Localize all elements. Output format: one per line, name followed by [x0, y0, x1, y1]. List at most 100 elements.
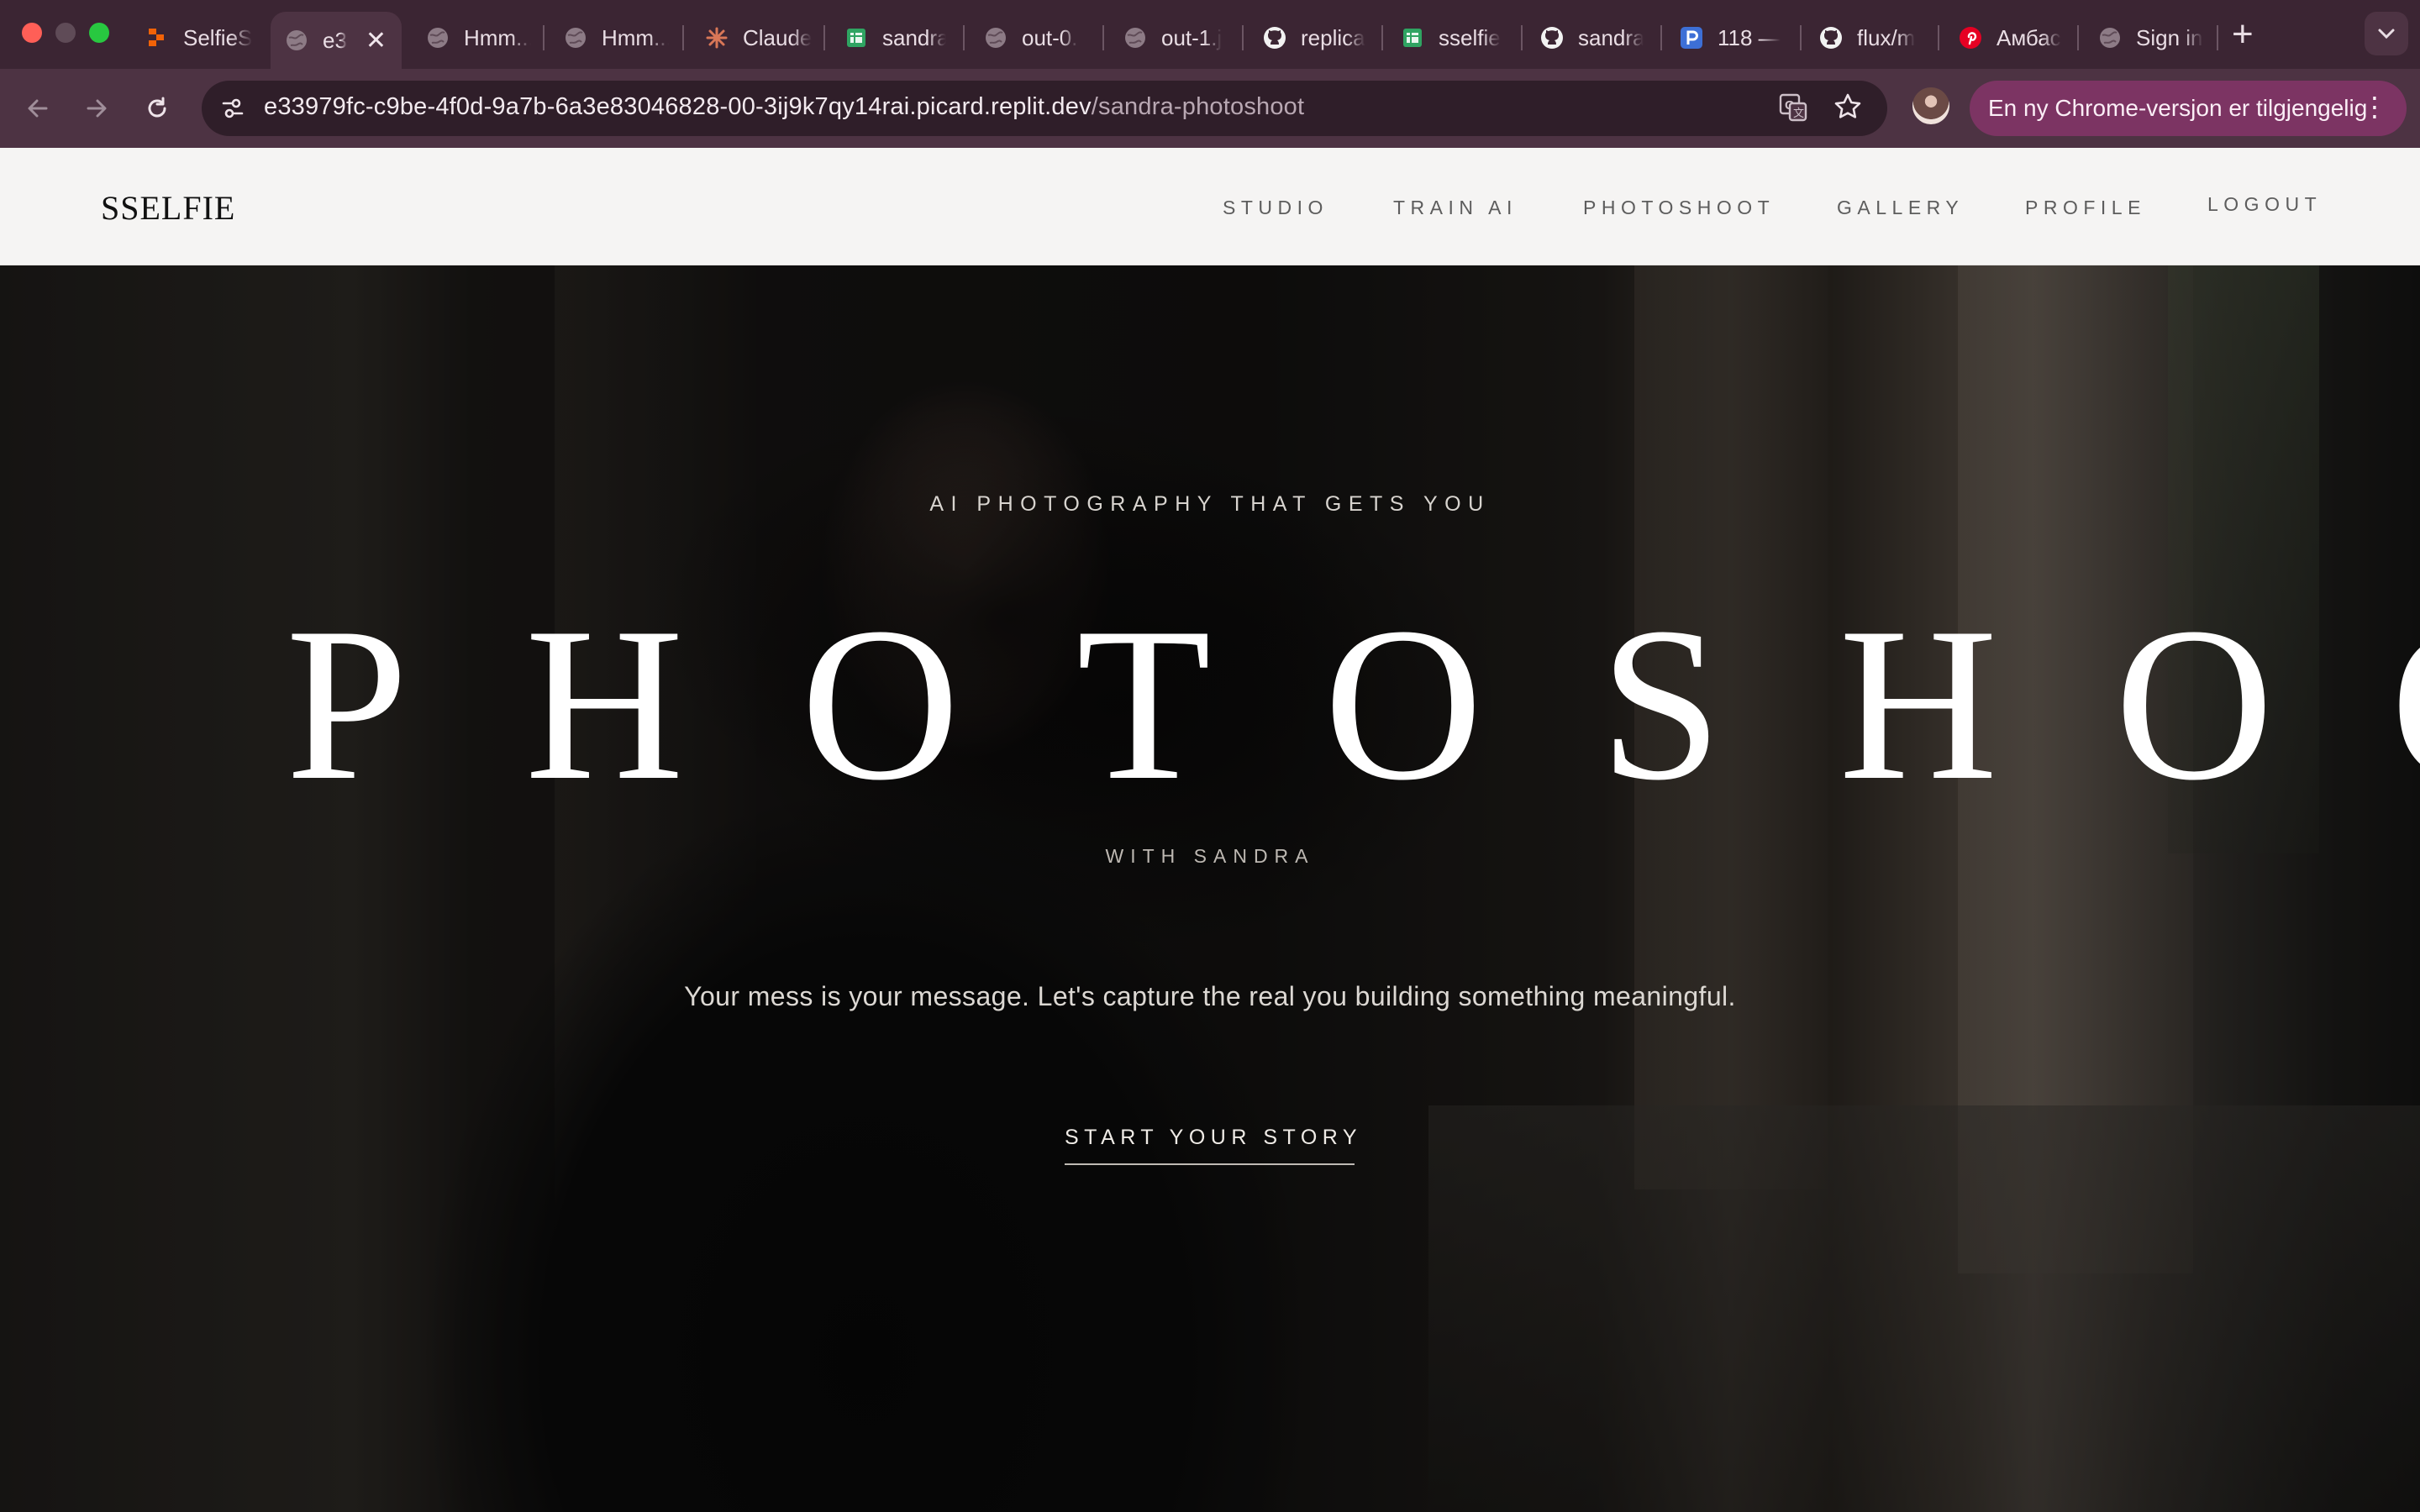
pinterest-icon — [1958, 25, 1983, 50]
browser-tab-active[interactable]: e3 ✕ — [271, 12, 402, 69]
url-path: /sandra-photoshoot — [1091, 93, 1305, 120]
tab-label: replica — [1301, 24, 1365, 50]
globe-icon — [983, 25, 1008, 50]
browser-tab[interactable]: Амбас — [1958, 12, 2062, 64]
window-minimize-button[interactable] — [55, 23, 76, 43]
translate-icon: G文 — [1779, 93, 1807, 122]
globe-icon — [284, 28, 309, 53]
site-logo[interactable]: SSELFIE — [101, 188, 235, 228]
hero-subtitle: WITH SANDRA — [1105, 845, 1315, 867]
forward-button[interactable] — [76, 87, 118, 129]
browser-tab[interactable]: Claude — [704, 12, 813, 64]
arrow-left-icon — [28, 99, 48, 118]
browser-tab[interactable]: SelfieS — [145, 12, 252, 64]
hero-title: PHOTOSHOOT — [286, 582, 2420, 826]
tab-divider — [1521, 25, 1523, 50]
more-vert-icon[interactable]: ⋮ — [2361, 92, 2388, 121]
tab-label: 118 — — [1718, 24, 1781, 50]
window-close-button[interactable] — [22, 23, 42, 43]
chevron-down-icon — [2378, 29, 2395, 39]
globe-icon — [563, 25, 588, 50]
p-icon — [1679, 25, 1704, 50]
tab-divider — [1381, 25, 1383, 50]
hero-eyebrow: AI PHOTOGRAPHY THAT GETS YOU — [929, 492, 1491, 516]
browser-tab[interactable]: sandra — [844, 12, 946, 64]
arrow-right-icon — [87, 99, 107, 118]
tab-divider — [1102, 25, 1104, 50]
tab-label: Claude — [743, 24, 813, 50]
window-zoom-button[interactable] — [89, 23, 109, 43]
tab-divider — [1938, 25, 1939, 50]
translate-button[interactable]: G文 — [1775, 89, 1812, 126]
tab-divider — [963, 25, 965, 50]
bookmark-button[interactable] — [1828, 87, 1867, 126]
browser-tab[interactable]: Hmm... — [563, 12, 669, 64]
tab-label: e3 — [323, 27, 347, 53]
tab-label: Амбас — [1996, 24, 2061, 50]
tab-label: SelfieS — [183, 24, 252, 50]
browser-tab[interactable]: 118 — — [1679, 12, 1783, 64]
tab-divider — [1660, 25, 1662, 50]
replit-icon — [145, 25, 170, 50]
reload-icon — [148, 97, 166, 118]
nav-train-ai[interactable]: TRAIN AI — [1393, 197, 1518, 219]
sheets-icon — [844, 25, 869, 50]
claude-icon — [704, 25, 729, 50]
tab-divider — [2217, 25, 2218, 50]
star-icon — [1834, 93, 1861, 118]
github-icon — [1818, 25, 1844, 50]
github-icon — [1262, 25, 1287, 50]
browser-tab[interactable]: out-1.j — [1123, 12, 1227, 64]
browser-tab[interactable]: sselfie — [1400, 12, 1504, 64]
tab-divider — [543, 25, 544, 50]
nav-studio[interactable]: STUDIO — [1223, 197, 1328, 219]
tab-label: sandra — [1578, 24, 1644, 50]
hero-section: AI PHOTOGRAPHY THAT GETS YOU PHOTOSHOOT … — [0, 265, 2420, 1512]
nav-gallery[interactable]: GALLERY — [1837, 197, 1964, 219]
sheets-icon — [1400, 25, 1425, 50]
chrome-update-button[interactable]: En ny Chrome-versjon er tilgjengelig ⋮ — [1970, 81, 2407, 136]
site-header: SSELFIE STUDIO TRAIN AI PHOTOSHOOT GALLE… — [0, 148, 2420, 265]
tab-label: out-0. — [1022, 24, 1078, 50]
globe-icon — [425, 25, 450, 50]
tab-label: sandra — [882, 24, 946, 50]
svg-text:文: 文 — [1793, 108, 1804, 120]
nav-photoshoot[interactable]: PHOTOSHOOT — [1583, 197, 1775, 219]
tab-divider — [1800, 25, 1802, 50]
github-icon — [1539, 25, 1565, 50]
tab-label: Hmm... — [464, 24, 531, 50]
url-host: e33979fc-c9be-4f0d-9a7b-6a3e83046828-00-… — [264, 93, 1092, 120]
browser-tab-strip: SelfieS e3 ✕ Hmm... Hmm... Claude sandra… — [0, 0, 2420, 69]
tab-label: Hmm... — [602, 24, 669, 50]
tune-icon — [222, 98, 244, 118]
start-your-story-button[interactable]: START YOUR STORY — [1065, 1126, 1357, 1165]
tab-label: out-1.j — [1161, 24, 1223, 50]
tab-divider — [682, 25, 684, 50]
browser-tab[interactable]: Hmm... — [425, 12, 531, 64]
globe-icon — [1123, 25, 1148, 50]
tab-label: sselfie — [1439, 24, 1501, 50]
globe-icon — [2097, 25, 2123, 50]
close-icon[interactable]: ✕ — [366, 26, 387, 55]
tab-divider — [823, 25, 825, 50]
url-text[interactable]: e33979fc-c9be-4f0d-9a7b-6a3e83046828-00-… — [264, 93, 1304, 121]
back-button[interactable] — [17, 87, 59, 129]
reload-button[interactable] — [136, 87, 178, 129]
tab-search-button[interactable] — [2365, 12, 2408, 55]
profile-avatar[interactable] — [1912, 87, 1949, 124]
site-info-button[interactable] — [215, 91, 250, 126]
tab-label: Sign in — [2136, 24, 2203, 50]
browser-tab[interactable]: sandra — [1539, 12, 1644, 64]
browser-tab[interactable]: Sign in — [2097, 12, 2205, 64]
tab-divider — [2077, 25, 2079, 50]
nav-logout[interactable]: LOGOUT — [2207, 193, 2322, 216]
tab-label: flux/m — [1857, 24, 1916, 50]
nav-profile[interactable]: PROFILE — [2025, 197, 2146, 219]
tab-divider — [1242, 25, 1244, 50]
hero-tagline: Your mess is your message. Let's capture… — [684, 981, 1736, 1011]
update-label: En ny Chrome-versjon er tilgjengelig — [1988, 95, 2368, 121]
browser-tab[interactable]: replica — [1262, 12, 1368, 64]
browser-tab[interactable]: out-0. — [983, 12, 1086, 64]
browser-tab[interactable]: flux/m — [1818, 12, 1923, 64]
new-tab-button[interactable]: + — [2232, 13, 2254, 55]
